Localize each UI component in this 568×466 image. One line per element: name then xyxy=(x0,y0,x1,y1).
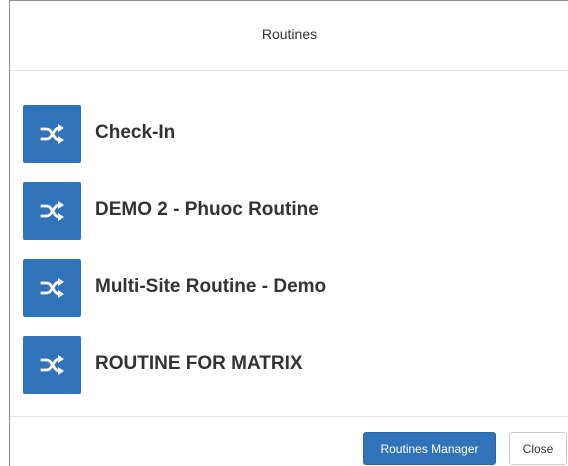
routine-label[interactable]: Multi-Site Routine - Demo xyxy=(95,276,326,298)
modal-header: Routines xyxy=(10,1,568,71)
routines-manager-button[interactable]: Routines Manager xyxy=(363,432,496,465)
routine-item[interactable]: Check-In xyxy=(23,105,563,163)
routine-list: Check-In DEMO 2 - Phuoc Routine Multi-Si… xyxy=(23,105,563,413)
routine-label[interactable]: Check-In xyxy=(95,122,175,144)
modal-footer: Routines Manager Close xyxy=(10,416,568,466)
routine-item[interactable]: Multi-Site Routine - Demo xyxy=(23,259,563,317)
close-button[interactable]: Close xyxy=(509,432,567,465)
shuffle-icon[interactable] xyxy=(23,259,81,317)
routine-item[interactable]: DEMO 2 - Phuoc Routine xyxy=(23,182,563,240)
routines-modal: Routines Check-In DEMO 2 - Phuoc Routine… xyxy=(9,0,568,466)
shuffle-icon[interactable] xyxy=(23,336,81,394)
routine-item[interactable]: ROUTINE FOR MATRIX xyxy=(23,336,563,394)
routine-label[interactable]: DEMO 2 - Phuoc Routine xyxy=(95,199,319,221)
shuffle-icon[interactable] xyxy=(23,105,81,163)
modal-title: Routines xyxy=(261,25,318,42)
routine-label[interactable]: ROUTINE FOR MATRIX xyxy=(95,353,303,375)
shuffle-icon[interactable] xyxy=(23,182,81,240)
